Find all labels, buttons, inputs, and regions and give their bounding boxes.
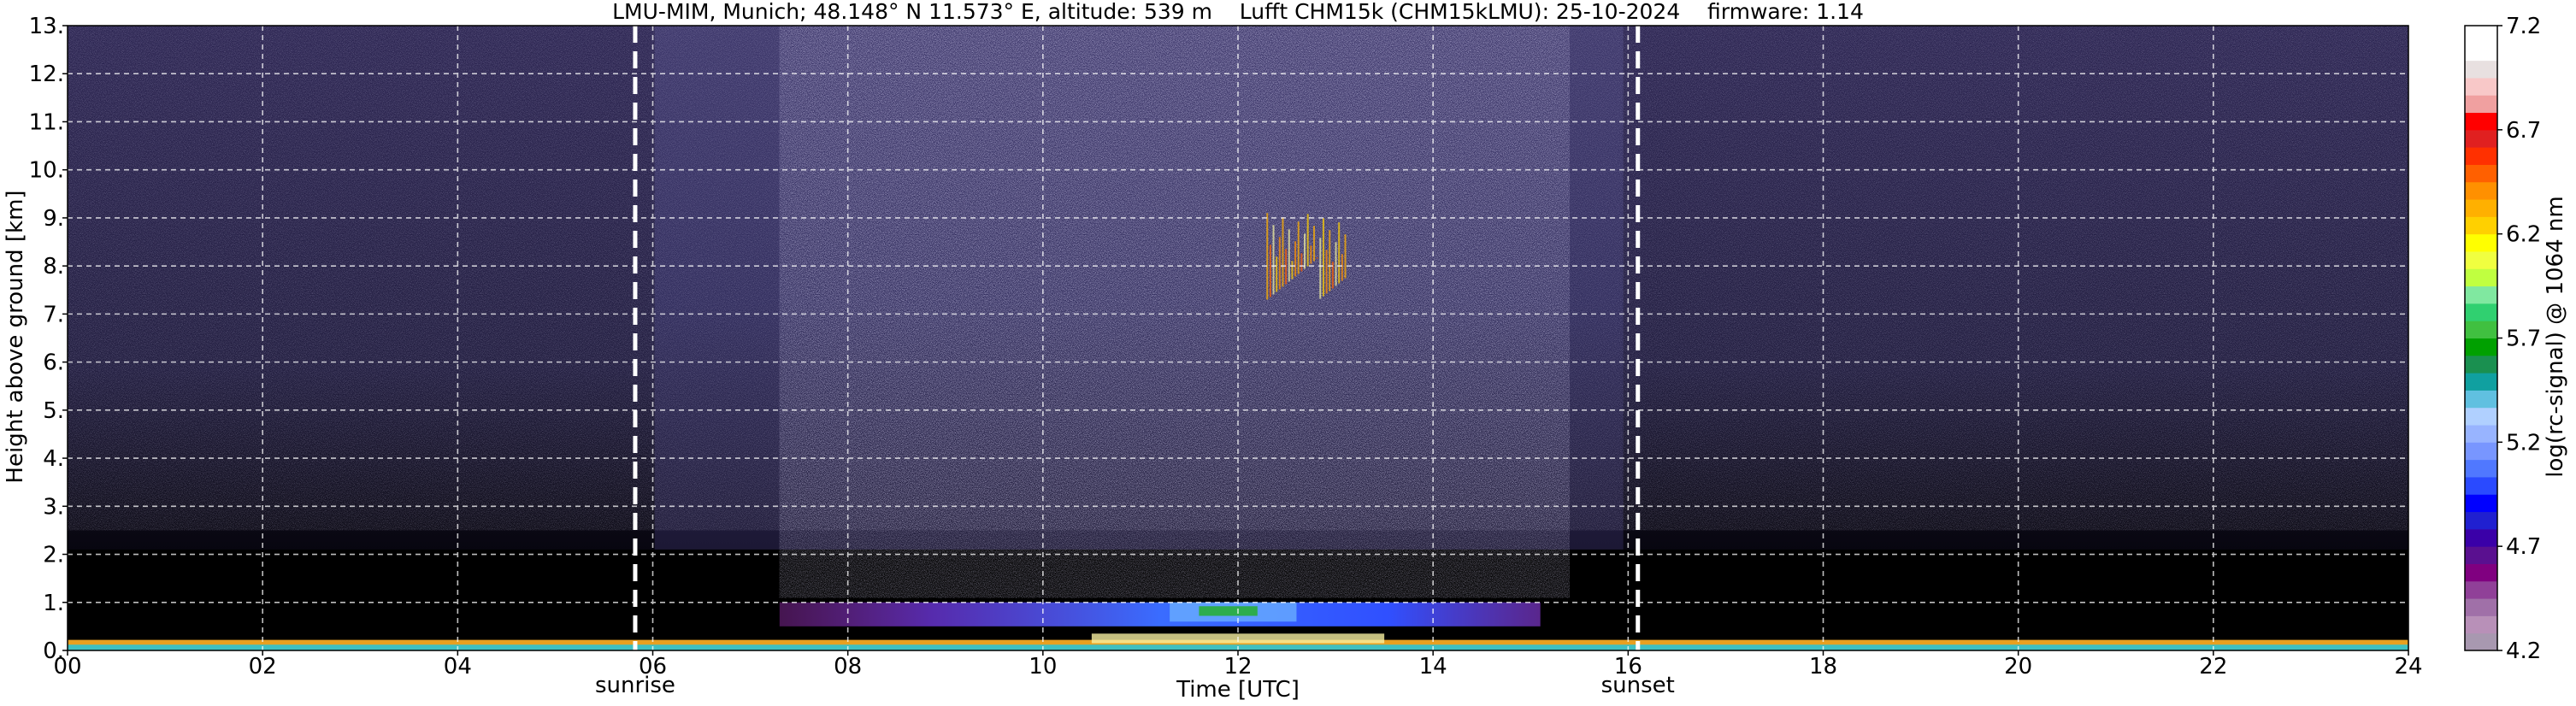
colorbar-swatch <box>2465 199 2497 217</box>
colorbar-swatch <box>2465 373 2497 391</box>
chart-title: LMU-MIM, Munich; 48.148° N 11.573° E, al… <box>612 0 1864 24</box>
colorbar-swatch <box>2465 511 2497 530</box>
x-tick-label: 14 <box>1419 654 1447 680</box>
colorbar: 4.2 4.7 5.2 5.7 6.2 6.7 7.2 <box>2464 14 2541 664</box>
colorbar-swatch <box>2465 181 2497 200</box>
colorbar-swatch <box>2465 390 2497 409</box>
y-tick-label: 4. <box>43 446 64 472</box>
colorbar-swatch <box>2465 459 2497 478</box>
y-tick-label: 9. <box>43 206 64 232</box>
x-tick-label: 22 <box>2199 654 2227 680</box>
colorbar-swatch <box>2465 43 2497 62</box>
x-tick-label: 10 <box>1029 654 1057 680</box>
y-tick-label: 10. <box>29 158 64 184</box>
colorbar-swatch <box>2465 303 2497 321</box>
colorbar-swatch <box>2465 546 2497 564</box>
x-tick-label: 24 <box>2394 654 2422 680</box>
colorbar-swatch <box>2465 355 2497 374</box>
y-tick-label: 7. <box>43 302 64 327</box>
y-tick-label: 6. <box>43 350 64 376</box>
colorbar-tick-label: 4.2 <box>2506 638 2541 664</box>
y-tick-label: 3. <box>43 494 64 520</box>
colorbar-swatch <box>2465 598 2497 616</box>
daytime-speckle <box>779 26 1570 598</box>
colorbar-tick-label: 5.2 <box>2506 430 2541 456</box>
feature-boundary-layer <box>779 602 1541 627</box>
colorbar-swatch <box>2465 233 2497 252</box>
colorbar-swatch <box>2465 26 2497 44</box>
colorbar-swatch <box>2465 77 2497 96</box>
y-tick-label: 0. <box>43 638 64 664</box>
y-tick-label: 11. <box>29 109 64 135</box>
colorbar-tick-label: 5.7 <box>2506 327 2541 352</box>
colorbar-swatch <box>2465 528 2497 547</box>
x-tick-label: 04 <box>444 654 472 680</box>
x-tick-label: 20 <box>2004 654 2032 680</box>
x-tick-label: 08 <box>834 654 862 680</box>
feature-gap <box>779 626 1541 634</box>
y-tick-label: 5. <box>43 398 64 424</box>
colorbar-swatch <box>2465 407 2497 426</box>
y-tick-label: 8. <box>43 254 64 279</box>
colorbar-swatch <box>2465 580 2497 599</box>
y-tick-label: 2. <box>43 543 64 568</box>
colorbar-tick-label: 6.7 <box>2506 118 2541 144</box>
x-tick-label: 02 <box>249 654 277 680</box>
y-tick-label: 12. <box>29 62 64 87</box>
colorbar-swatch <box>2465 494 2497 513</box>
x-tick-label: 16 <box>1614 654 1642 680</box>
y-tick-label: 13. <box>29 14 64 39</box>
colorbar-label: log(rc-signal) @ 1064 nm <box>2543 196 2568 477</box>
colorbar-swatch <box>2465 632 2497 651</box>
x-tick-label: 18 <box>1809 654 1837 680</box>
x-tick-label: 06 <box>639 654 667 680</box>
colorbar-swatch <box>2465 442 2497 461</box>
colorbar-swatch <box>2465 476 2497 495</box>
colorbar-swatch <box>2465 425 2497 443</box>
x-tick-label: 12 <box>1223 654 1252 680</box>
colorbar-swatch <box>2465 615 2497 634</box>
colorbar-swatch <box>2465 250 2497 269</box>
colorbar-tick-label: 6.2 <box>2506 222 2541 248</box>
colorbar-swatch <box>2465 129 2497 148</box>
colorbar-swatch <box>2465 164 2497 183</box>
colorbar-swatch <box>2465 338 2497 356</box>
colorbar-swatch <box>2465 216 2497 235</box>
colorbar-swatch <box>2465 285 2497 304</box>
y-axis-label: Height above ground [km] <box>3 190 28 483</box>
colorbar-swatch <box>2465 268 2497 287</box>
colorbar-tick-label: 4.7 <box>2506 534 2541 560</box>
colorbar-swatch <box>2465 95 2497 114</box>
x-axis-label: Time [UTC] <box>1176 677 1300 703</box>
feature-boundary-layer-max <box>1199 606 1258 616</box>
colorbar-swatch <box>2465 563 2497 582</box>
ceilometer-chart: sunrise sunset00 02 04 06 08 10 12 14 16 18 20 22 240… <box>3 0 2568 703</box>
colorbar-swatch <box>2465 112 2497 131</box>
colorbar-swatch <box>2465 321 2497 338</box>
colorbar-swatch <box>2465 60 2497 79</box>
y-tick-label: 1. <box>43 591 64 616</box>
colorbar-tick-label: 7.2 <box>2506 14 2541 39</box>
colorbar-swatch <box>2465 147 2497 165</box>
